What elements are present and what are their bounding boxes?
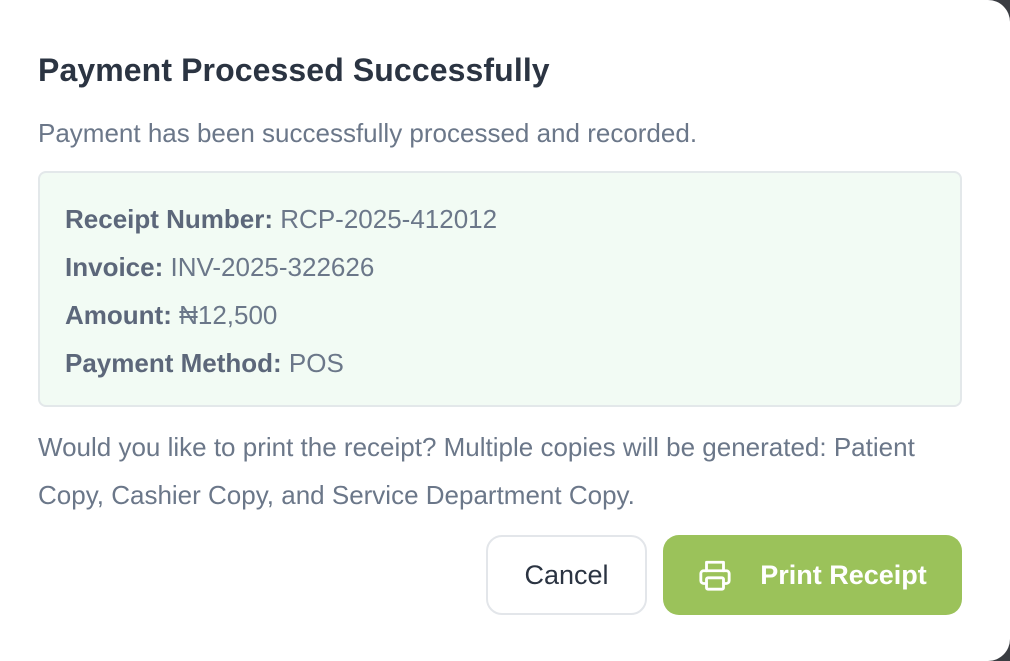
print-receipt-label: Print Receipt	[760, 559, 927, 590]
payment-method-value: POS	[288, 348, 344, 378]
receipt-number-label: Receipt Number:	[65, 204, 274, 234]
dialog-title: Payment Processed Successfully	[38, 52, 550, 88]
print-receipt-button[interactable]: Print Receipt	[663, 535, 962, 615]
receipt-number-value: RCP-2025-412012	[280, 204, 498, 234]
invoice-row: Invoice: INV-2025-322626	[65, 247, 960, 295]
dialog-subtitle: Payment has been successfully processed …	[38, 118, 698, 148]
cancel-button-label: Cancel	[524, 559, 609, 590]
payment-details-box: Receipt Number: RCP-2025-412012 Invoice:…	[38, 171, 962, 407]
receipt-number-row: Receipt Number: RCP-2025-412012	[65, 199, 960, 247]
payment-method-label: Payment Method:	[65, 348, 282, 378]
amount-label: Amount:	[65, 300, 172, 330]
payment-success-dialog: Payment Processed Successfully Payment h…	[0, 0, 1010, 661]
printer-icon	[698, 558, 732, 592]
amount-value: ₦12,500	[179, 300, 278, 330]
cancel-button[interactable]: Cancel	[486, 535, 647, 615]
amount-row: Amount: ₦12,500	[65, 295, 960, 343]
invoice-value: INV-2025-322626	[170, 252, 375, 282]
invoice-label: Invoice:	[65, 252, 164, 282]
print-prompt-text: Would you like to print the receipt? Mul…	[38, 432, 915, 510]
payment-method-row: Payment Method: POS	[65, 343, 960, 391]
